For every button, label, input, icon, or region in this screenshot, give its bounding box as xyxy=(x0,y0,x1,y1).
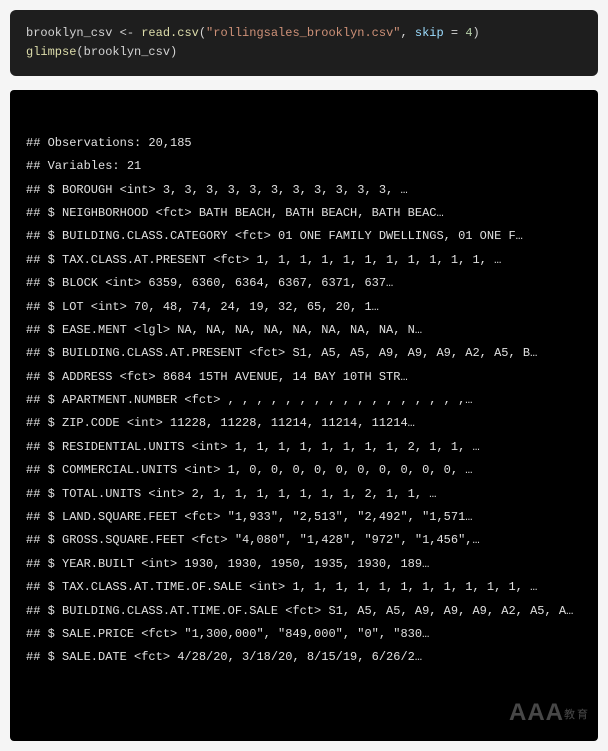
output-line: ## $ EASE.MENT <lgl> NA, NA, NA, NA, NA,… xyxy=(26,319,582,342)
output-line: ## $ BUILDING.CLASS.CATEGORY <fct> 01 ON… xyxy=(26,225,582,248)
output-line: ## $ ZIP.CODE <int> 11228, 11228, 11214,… xyxy=(26,412,582,435)
output-line: ## $ RESIDENTIAL.UNITS <int> 1, 1, 1, 1,… xyxy=(26,436,582,459)
output-line: ## $ LAND.SQUARE.FEET <fct> "1,933", "2,… xyxy=(26,506,582,529)
output-line: ## $ TAX.CLASS.AT.PRESENT <fct> 1, 1, 1,… xyxy=(26,249,582,272)
output-line: ## $ YEAR.BUILT <int> 1930, 1930, 1950, … xyxy=(26,553,582,576)
output-line: ## $ BOROUGH <int> 3, 3, 3, 3, 3, 3, 3, … xyxy=(26,179,582,202)
output-line: ## $ BLOCK <int> 6359, 6360, 6364, 6367,… xyxy=(26,272,582,295)
output-line: ## $ NEIGHBORHOOD <fct> BATH BEACH, BATH… xyxy=(26,202,582,225)
code-input-block: brooklyn_csv <- read.csv("rollingsales_b… xyxy=(10,10,598,76)
output-line: ## $ APARTMENT.NUMBER <fct> , , , , , , … xyxy=(26,389,582,412)
console-output-block: ## Observations: 20,185## Variables: 21#… xyxy=(10,90,598,740)
output-line: ## $ LOT <int> 70, 48, 74, 24, 19, 32, 6… xyxy=(26,296,582,319)
watermark: AAA教育 xyxy=(509,690,590,737)
code-line-1: brooklyn_csv <- read.csv("rollingsales_b… xyxy=(26,26,480,40)
output-line: ## $ BUILDING.CLASS.AT.TIME.OF.SALE <fct… xyxy=(26,600,582,623)
output-variables: ## Variables: 21 xyxy=(26,155,582,178)
code-line-2: glimpse(brooklyn_csv) xyxy=(26,45,177,59)
output-line: ## $ TAX.CLASS.AT.TIME.OF.SALE <int> 1, … xyxy=(26,576,582,599)
output-observations: ## Observations: 20,185 xyxy=(26,132,582,155)
output-line: ## $ SALE.DATE <fct> 4/28/20, 3/18/20, 8… xyxy=(26,646,582,669)
output-line: ## $ COMMERCIAL.UNITS <int> 1, 0, 0, 0, … xyxy=(26,459,582,482)
output-line: ## $ BUILDING.CLASS.AT.PRESENT <fct> S1,… xyxy=(26,342,582,365)
output-line: ## $ TOTAL.UNITS <int> 2, 1, 1, 1, 1, 1,… xyxy=(26,483,582,506)
output-line: ## $ SALE.PRICE <fct> "1,300,000", "849,… xyxy=(26,623,582,646)
output-line: ## $ GROSS.SQUARE.FEET <fct> "4,080", "1… xyxy=(26,529,582,552)
output-line: ## $ ADDRESS <fct> 8684 15TH AVENUE, 14 … xyxy=(26,366,582,389)
